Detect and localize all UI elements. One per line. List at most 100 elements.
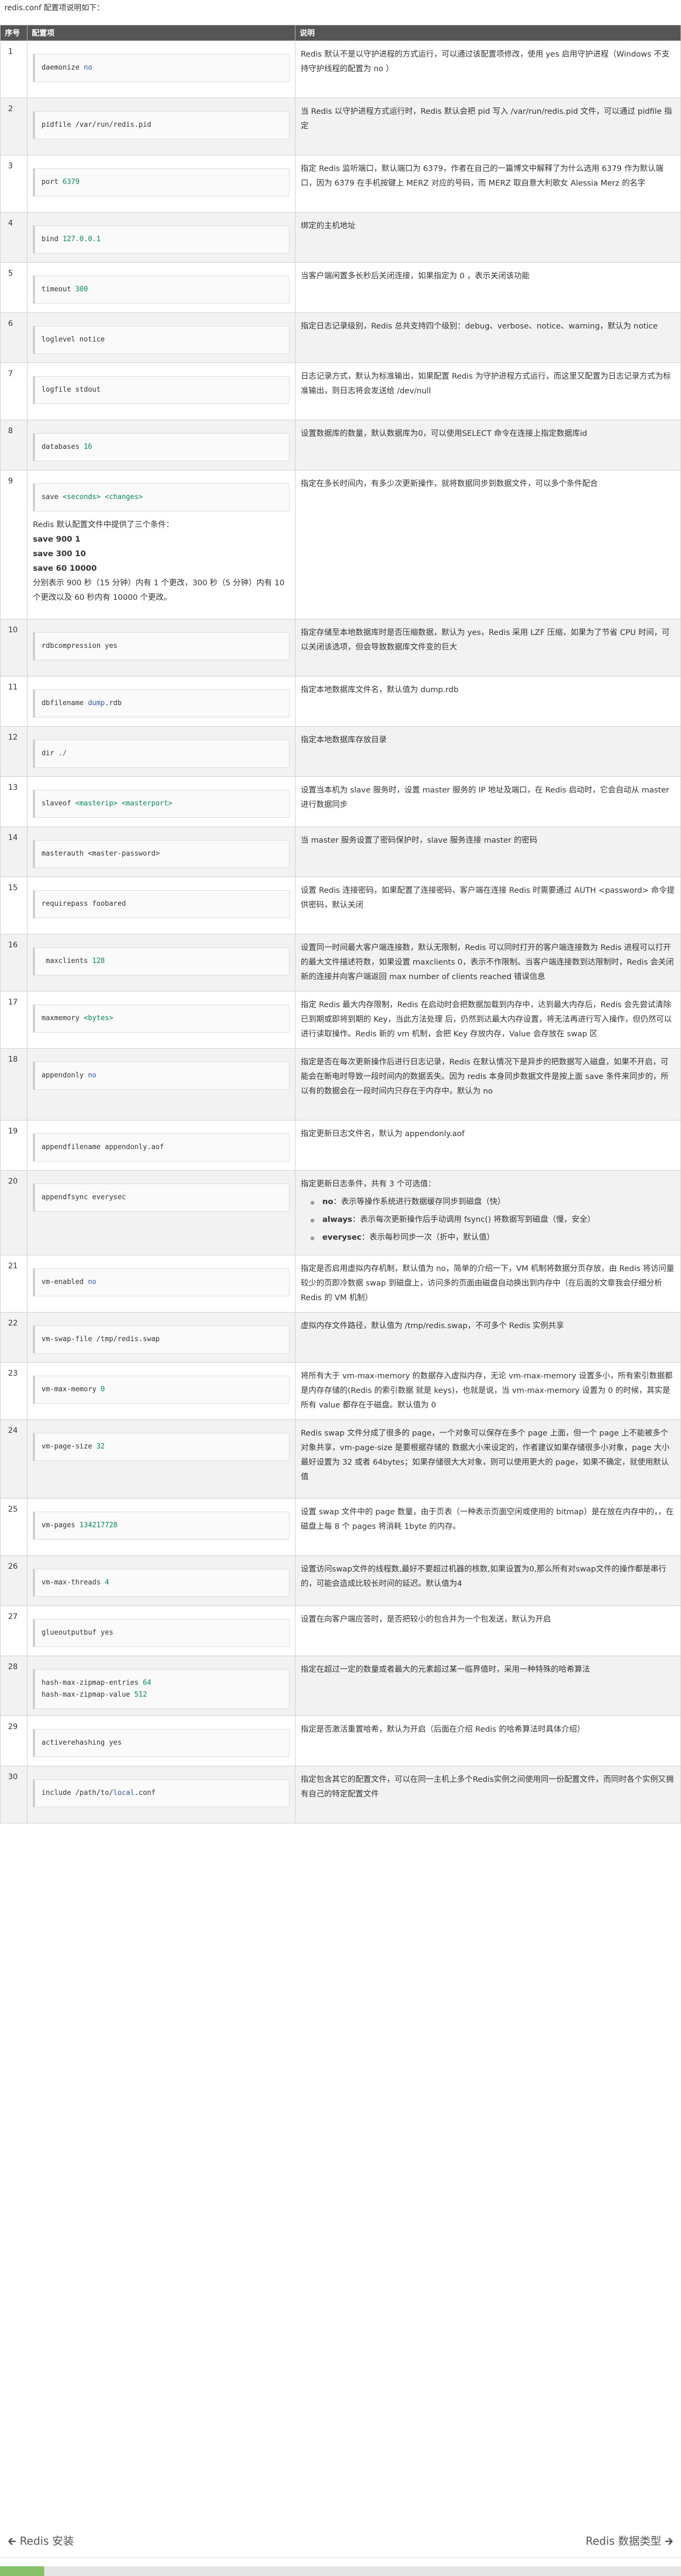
code-block: vm-max-memory 0 (32, 1376, 290, 1404)
row-index: 27 (0, 1605, 27, 1656)
row-index: 11 (0, 676, 27, 727)
code-line: hash-max-zipmap-value 512 (42, 1689, 283, 1701)
description-cell: 虚拟内存文件路径，默认值为 /tmp/redis.swap，不可多个 Redis… (294, 1312, 681, 1363)
code-block: hash-max-zipmap-entries 64 hash-max-zipma… (32, 1669, 290, 1709)
code-token: <changes> (105, 493, 143, 501)
code-block: vm-page-size 32 (32, 1433, 290, 1461)
code-token: maxmemory (41, 1014, 84, 1022)
code-token: 512 (134, 1691, 147, 1699)
note-save-rule: save 60 10000 (32, 564, 97, 573)
table-row: 23 vm-max-memory 0 将所有大于 vm-max-memory 的数据… (0, 1362, 681, 1420)
row-index: 21 (0, 1255, 27, 1313)
row-index: 15 (0, 877, 27, 934)
description-text: 指定包含其它的配置文件，可以在同一主机上多个Redis实例之间使用同一份配置文件… (300, 1775, 674, 1799)
code-block: bind 127.0.0.1 (32, 226, 290, 254)
code-token: 128 (92, 957, 105, 965)
table-row: 1 daemonize no Redis 默认不是以守护进程的方式运行，可以通过该配… (0, 40, 681, 98)
row-index: 3 (0, 155, 27, 213)
description-cell: 指定本地数据库存放目录 (294, 726, 681, 777)
code-line: timeout 300 (42, 284, 283, 296)
code-token: local (113, 1789, 135, 1797)
description-cell: 设置当本机为 slave 服务时，设置 master 服务的 IP 地址及端口，… (294, 776, 681, 827)
config-cell: appendfilename appendonly.aof (26, 1120, 295, 1171)
option-name: everysec (322, 1233, 362, 1242)
table-row: 13 slaveof <masterip> <masterport> 设置当本机为 … (0, 776, 681, 827)
config-cell: databases 16 (26, 420, 295, 470)
config-cell: daemonize no (26, 40, 295, 98)
code-line: bind 127.0.0.1 (42, 234, 283, 245)
code-line: appendonly no (42, 1070, 283, 1082)
option-name: no (322, 1198, 334, 1206)
table-row: 16 maxclients 128 设置同一时间最大客户端连接数，默认无限制，Re… (0, 934, 681, 992)
divider (0, 2557, 681, 2558)
row-index: 24 (0, 1419, 27, 1499)
footer-accent (0, 2566, 44, 2576)
code-token: include /path/to/ (41, 1789, 114, 1797)
code-block: save <seconds> <changes> (32, 483, 290, 511)
row-index: 2 (0, 98, 27, 155)
description-text: 指定本地数据库文件名，默认值为 dump.rdb (300, 686, 459, 694)
config-cell: bind 127.0.0.1 (26, 212, 295, 263)
code-line: hash-max-zipmap-entries 64 (42, 1677, 283, 1689)
table-row: 29 activerehashing yes 指定是否激活重置哈希，默认为开启（后面… (0, 1716, 681, 1766)
description-text: 指定 Redis 监听端口，默认端口为 6379，作者在自己的一篇博文中解释了为… (300, 165, 664, 188)
description-cell: 指定在超过一定的数量或者最大的元素超过某一临界值时，采用一种特殊的哈希算法 (294, 1656, 681, 1716)
table-row: 18 appendonly no 指定是否在每次更新操作后进行日志记录，Redis … (0, 1048, 681, 1120)
note-save-rule: save 900 1 (32, 535, 81, 544)
table-row: 30 include /path/to/local.conf 指定包含其它的配置文件… (0, 1766, 681, 1823)
code-token: vm-max-threads (41, 1579, 105, 1587)
code-token: .rdb (105, 699, 122, 707)
next-page-link[interactable]: Redis 数据类型 🡲 (586, 2532, 673, 2552)
description-cell: 设置在向客户端应答时，是否把较小的包合并为一个包发送，默认为开启 (294, 1605, 681, 1656)
config-cell: vm-swap-file /tmp/redis.swap (26, 1312, 295, 1363)
code-token: appendfsync everysec (41, 1193, 126, 1201)
description-cell: Redis 默认不是以守护进程的方式运行，可以通过该配置项修改，使用 yes 启… (294, 40, 681, 98)
code-line: vm-max-threads 4 (42, 1577, 283, 1589)
description-cell: 绑定的主机地址 (294, 212, 681, 263)
table-row: 28 hash-max-zipmap-entries 64 hash-max-zip… (0, 1656, 681, 1716)
description-cell: 指定更新日志条件，共有 3 个可选值： no：表示等操作系统进行数据缓存同步到磁盘… (294, 1170, 681, 1255)
footer-bar (0, 2566, 681, 2576)
code-token: 64 (142, 1679, 152, 1687)
code-line: logfile stdout (42, 384, 283, 396)
code-token: no (84, 64, 92, 72)
row-index: 16 (0, 934, 27, 992)
row-index: 6 (0, 312, 27, 363)
code-token: dbfilename (41, 699, 88, 707)
description-text: 指定更新日志文件名，默认为 appendonly.aof (300, 1130, 465, 1138)
code-block: requirepass foobared (32, 890, 290, 918)
code-token: vm-swap-file /tmp/redis.swap (41, 1335, 160, 1343)
code-block: masterauth <master-password> (32, 840, 290, 868)
config-cell: logfile stdout (26, 363, 295, 420)
description-cell: 设置同一时间最大客户端连接数，默认无限制，Redis 可以同时打开的客户端连接数… (294, 934, 681, 992)
description-cell: 指定存储至本地数据库时是否压缩数据，默认为 yes，Redis 采用 LZF 压… (294, 619, 681, 677)
option-name: always (322, 1215, 353, 1224)
page-nav: 🡰 Redis 安装 Redis 数据类型 🡲 (0, 2528, 681, 2550)
code-token: <bytes> (84, 1014, 114, 1022)
table-row: 27 glueoutputbuf yes 设置在向客户端应答时，是否把较小的包合并为… (0, 1605, 681, 1656)
row-index: 26 (0, 1555, 27, 1606)
code-line: dbfilename dump.rdb (42, 698, 283, 709)
code-token: daemonize (41, 64, 84, 72)
config-cell: dir ./ (26, 726, 295, 777)
code-token: logfile stdout (41, 386, 101, 394)
table-row: 3 port 6379 指定 Redis 监听端口，默认端口为 6379，作者在自己… (0, 155, 681, 213)
code-line: vm-swap-file /tmp/redis.swap (42, 1334, 283, 1345)
code-block: loglevel notice (32, 326, 290, 354)
code-block: maxclients 128 (32, 947, 290, 975)
row-index: 7 (0, 363, 27, 420)
code-block: daemonize no (32, 54, 290, 82)
description-cell: 指定 Redis 最大内存限制，Redis 在启动时会把数据加载到内存中，达到最… (294, 991, 681, 1049)
next-page-label: Redis 数据类型 (586, 2534, 662, 2547)
prev-page-link[interactable]: 🡰 Redis 安装 (8, 2532, 74, 2552)
code-line: daemonize no (42, 62, 283, 74)
description-text: 指定存储至本地数据库时是否压缩数据，默认为 yes，Redis 采用 LZF 压… (300, 628, 670, 652)
row-index: 28 (0, 1656, 27, 1716)
description-cell: 指定更新日志文件名，默认为 appendonly.aof (294, 1120, 681, 1171)
code-token: 127.0.0.1 (63, 235, 101, 243)
arrow-left-icon: 🡰 (8, 2534, 17, 2547)
code-block: vm-pages 134217728 (32, 1512, 290, 1540)
code-block: pidfile /var/run/redis.pid (32, 111, 290, 139)
note-tail: 分别表示 900 秒（15 分钟）内有 1 个更改，300 秒（5 分钟）内有 … (32, 579, 285, 602)
description-text: 将所有大于 vm-max-memory 的数据存入虚拟内存，无论 vm-max-… (300, 1372, 673, 1410)
